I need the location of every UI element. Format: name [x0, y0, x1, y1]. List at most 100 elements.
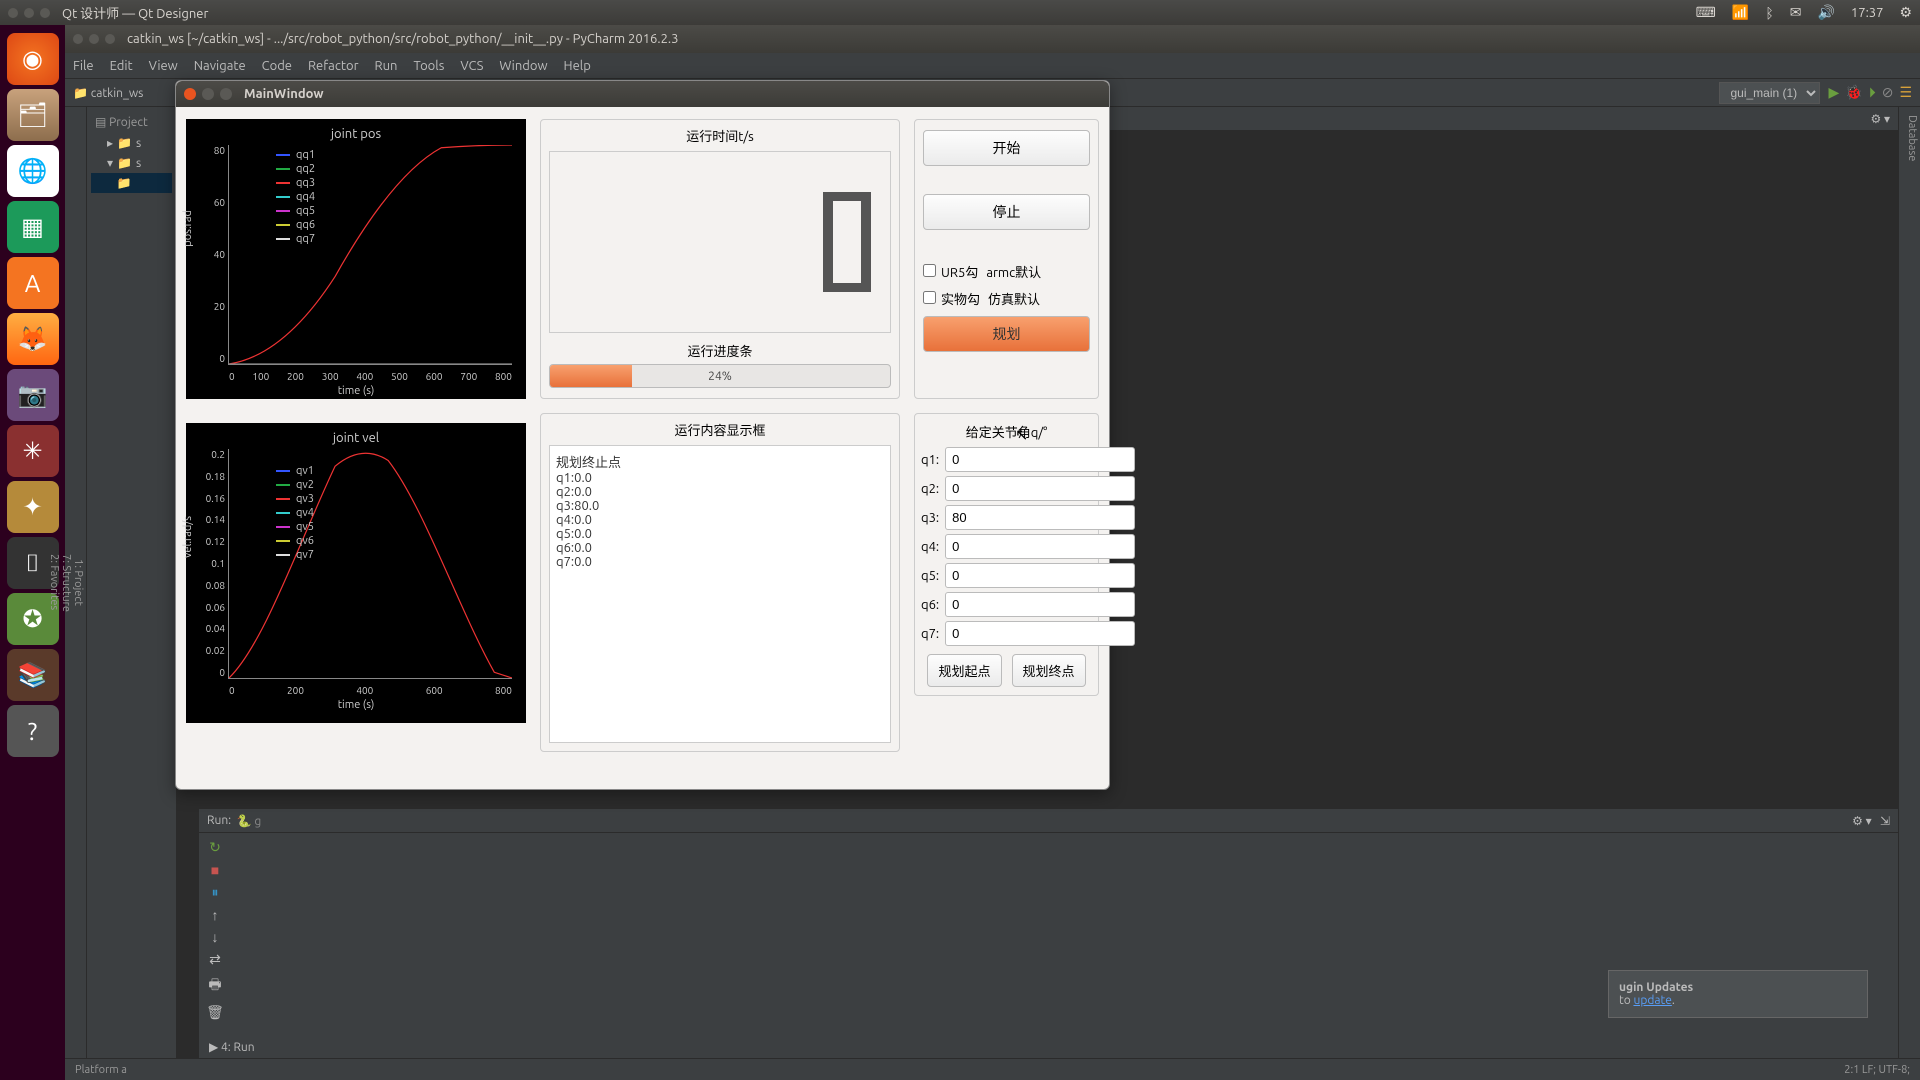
- menu-vcs[interactable]: VCS: [460, 59, 483, 73]
- notif-update-link[interactable]: update: [1633, 994, 1671, 1007]
- pycharm-window-controls[interactable]: [73, 34, 115, 44]
- run-bottom-tab[interactable]: ▶ 4: Run: [209, 1040, 255, 1054]
- plan-start-button[interactable]: 规划起点: [927, 654, 1001, 687]
- menu-tools[interactable]: Tools: [413, 59, 444, 73]
- chart-xticks: 0100200300400500600700800: [229, 371, 512, 382]
- breadcrumb[interactable]: 📁 catkin_ws: [73, 86, 143, 100]
- qt-mainwindow: MainWindow joint pos pos:rad 806040200 0…: [175, 80, 1110, 790]
- menu-file[interactable]: File: [73, 59, 94, 73]
- run-settings-icon[interactable]: ⚙ ▾ ⇲: [1852, 814, 1890, 828]
- q5-input[interactable]: [945, 563, 1135, 588]
- wrap-icon[interactable]: ⇄: [209, 951, 221, 968]
- q7-label: q7:: [921, 627, 939, 641]
- log-label: 运行内容显示框: [549, 420, 891, 439]
- launcher-dash[interactable]: ◉: [7, 33, 59, 85]
- chart-legend: qv1 qv2 qv3 qv4 qv5 qv6 qv7: [276, 463, 314, 563]
- q3-input[interactable]: [945, 505, 1135, 530]
- tab-settings-icon[interactable]: ⚙ ▾: [1870, 112, 1890, 126]
- up-icon[interactable]: ↑: [212, 907, 219, 923]
- menu-window[interactable]: Window: [499, 59, 547, 73]
- menu-edit[interactable]: Edit: [110, 59, 133, 73]
- trash-icon[interactable]: 🗑: [206, 1004, 224, 1021]
- pc-min-dot[interactable]: [89, 34, 99, 44]
- qt-window-title: MainWindow: [244, 87, 324, 101]
- min-dot[interactable]: [24, 8, 34, 18]
- qt-min-icon[interactable]: [202, 88, 214, 100]
- pc-close-dot[interactable]: [73, 34, 83, 44]
- more-icon[interactable]: ☰: [1899, 84, 1912, 101]
- gear-icon[interactable]: ⚙: [1899, 4, 1912, 21]
- start-button[interactable]: 开始: [923, 130, 1090, 166]
- cb-ur5[interactable]: UR5勾: [923, 262, 978, 281]
- volume-icon[interactable]: 🔊: [1817, 4, 1834, 21]
- q6-input[interactable]: [945, 592, 1135, 617]
- project-item[interactable]: ▾ 📁 s: [91, 153, 172, 173]
- gutter-project[interactable]: 1: Project: [72, 115, 84, 1050]
- q4-input[interactable]: [945, 534, 1135, 559]
- coverage-icon[interactable]: ⏵: [1869, 84, 1876, 101]
- gutter-favorites[interactable]: 2: Favorites: [48, 115, 60, 1050]
- notif-body: to update.: [1619, 994, 1675, 1007]
- menu-help[interactable]: Help: [564, 59, 591, 73]
- menu-view[interactable]: View: [149, 59, 178, 73]
- chart-legend: qq1 qq2 qq3 qq4 qq5 qq6 qq7: [276, 147, 315, 247]
- menubar-title: Qt 设计师 — Qt Designer: [62, 3, 1696, 22]
- run-config-select[interactable]: gui_main (1): [1719, 82, 1820, 104]
- progress-label: 运行进度条: [549, 341, 891, 360]
- system-menubar: Qt 设计师 — Qt Designer ⌨ 📶 ᛒ ✉ 🔊 17:37 ⚙: [0, 0, 1920, 25]
- runtime-label: 运行时间t/s: [549, 126, 891, 145]
- runtime-group: 运行时间t/s 运行进度条 24%: [540, 119, 900, 399]
- rerun-icon[interactable]: ↻: [209, 839, 221, 856]
- pc-max-dot[interactable]: [105, 34, 115, 44]
- chart-xticks: 0200400600800: [229, 685, 512, 696]
- notif-title: ugin Updates: [1619, 981, 1693, 994]
- pause-icon[interactable]: ⏸: [212, 884, 219, 901]
- plan-button[interactable]: 规划: [923, 316, 1090, 352]
- qt-max-icon[interactable]: [220, 88, 232, 100]
- gutter-structure[interactable]: 7: Structure: [60, 115, 72, 1050]
- cb-real[interactable]: 实物勾: [923, 289, 980, 308]
- close-dot[interactable]: [8, 8, 18, 18]
- right-tool-gutter[interactable]: Database: [1898, 107, 1920, 1058]
- pycharm-statusbar: Platform a 2:1 LF; UTF-8;: [65, 1058, 1920, 1080]
- print-icon[interactable]: 🖶: [208, 974, 221, 998]
- menu-navigate[interactable]: Navigate: [194, 59, 246, 73]
- chart-ylabel: pos:rad: [182, 210, 194, 247]
- qt-close-icon[interactable]: [184, 88, 196, 100]
- q7-input[interactable]: [945, 621, 1135, 646]
- project-item[interactable]: ▸ 📁 s: [91, 133, 172, 153]
- chart-title: joint pos: [194, 127, 518, 141]
- keyboard-icon[interactable]: ⌨: [1696, 4, 1716, 21]
- window-controls[interactable]: [8, 8, 50, 18]
- left-tool-gutter[interactable]: 1: Project 7: Structure 2: Favorites: [65, 107, 87, 1058]
- stop-icon[interactable]: ⊘: [1882, 84, 1894, 101]
- project-panel[interactable]: ▤ Project ▸ 📁 s ▾ 📁 s 📁: [87, 107, 177, 1058]
- q4-label: q4:: [921, 540, 939, 554]
- run-panel[interactable]: Run: 🐍 g ⚙ ▾ ⇲ ↻ ■ ⏸ ↑ ↓ ⇄ 🖶 🗑: [199, 808, 1898, 1058]
- max-dot[interactable]: [40, 8, 50, 18]
- menu-run[interactable]: Run: [375, 59, 398, 73]
- chart-ylabel: vel:rad/s: [182, 516, 194, 558]
- qt-titlebar[interactable]: MainWindow: [176, 81, 1109, 107]
- run-icon[interactable]: ▶: [1828, 84, 1839, 101]
- plan-end-button[interactable]: 规划终点: [1012, 654, 1086, 687]
- down-icon[interactable]: ↓: [212, 929, 219, 945]
- menu-code[interactable]: Code: [262, 59, 292, 73]
- mail-icon[interactable]: ✉: [1790, 4, 1802, 21]
- menu-refactor[interactable]: Refactor: [308, 59, 359, 73]
- pycharm-menu[interactable]: File Edit View Navigate Code Refactor Ru…: [65, 53, 1920, 79]
- joint-fields-group: 给定关节角q/° q1: q2: q3: q4: q5: q6: q7: 规划起…: [914, 413, 1099, 696]
- q2-input[interactable]: [945, 476, 1135, 501]
- bluetooth-icon[interactable]: ᛒ: [1765, 5, 1773, 21]
- clock[interactable]: 17:37: [1851, 6, 1884, 20]
- stop-run-icon[interactable]: ■: [211, 862, 219, 878]
- status-right: 2:1 LF; UTF-8;: [1844, 1064, 1910, 1076]
- wifi-icon[interactable]: 📶: [1732, 4, 1749, 21]
- project-item-selected[interactable]: 📁: [91, 173, 172, 193]
- q1-input[interactable]: [945, 447, 1135, 472]
- control-group: 开始 停止 UR5勾 armc默认 实物勾 仿真默认 规划: [914, 119, 1099, 399]
- debug-icon[interactable]: 🐞: [1845, 84, 1862, 101]
- log-textbox[interactable]: 规划终止点 q1:0.0 q2:0.0 q3:80.0 q4:0.0 q5:0.…: [549, 445, 891, 743]
- stop-button[interactable]: 停止: [923, 194, 1090, 230]
- plugin-update-notification[interactable]: ugin Updates to update.: [1608, 970, 1868, 1018]
